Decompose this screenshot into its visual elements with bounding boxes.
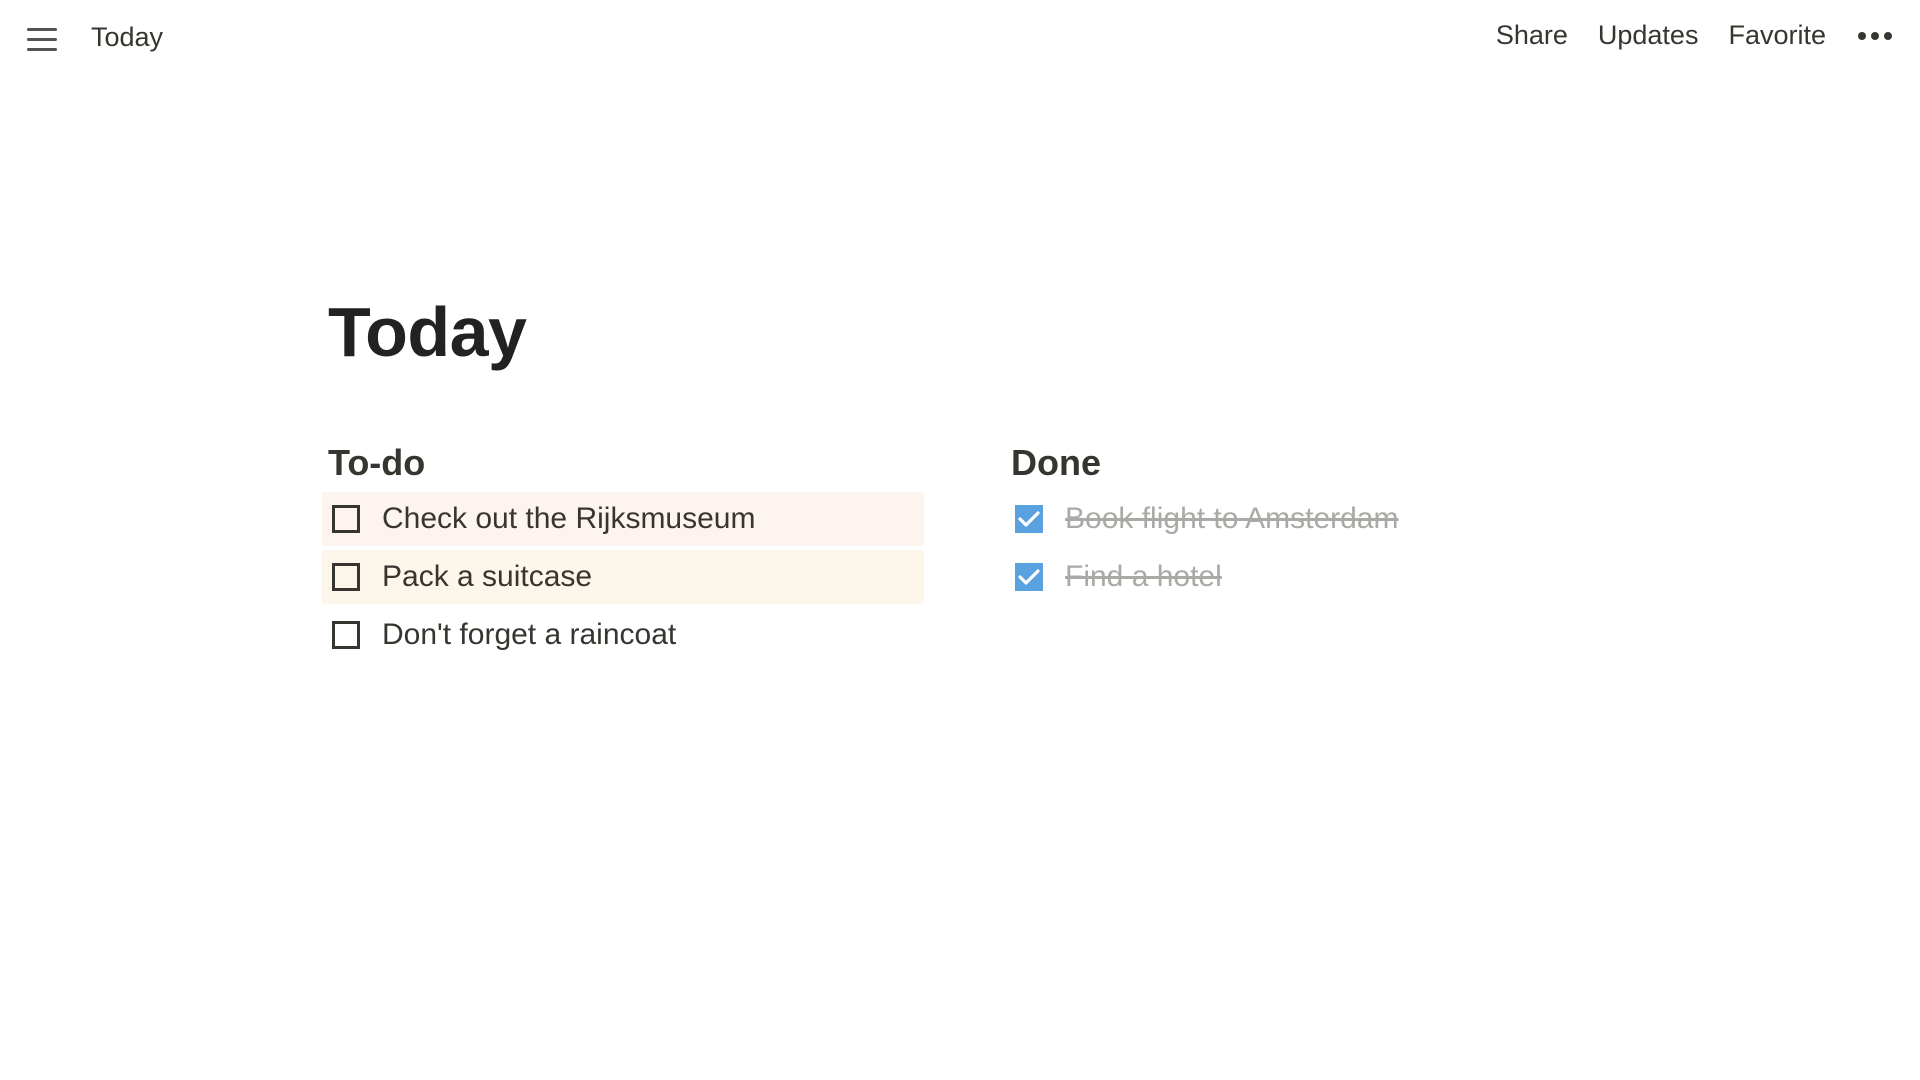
done-item-label[interactable]: Book flight to Amsterdam: [1065, 502, 1399, 536]
checkbox-unchecked[interactable]: [332, 563, 360, 591]
hamburger-menu-icon[interactable]: [24, 22, 62, 56]
updates-button[interactable]: Updates: [1598, 20, 1699, 51]
checkmark-icon: [1018, 569, 1040, 585]
checkmark-icon: [1018, 511, 1040, 527]
done-item[interactable]: Book flight to Amsterdam: [1005, 492, 1605, 546]
todo-item[interactable]: Don't forget a raincoat: [322, 608, 924, 662]
todo-item-label[interactable]: Don't forget a raincoat: [382, 618, 676, 652]
checkbox-unchecked[interactable]: [332, 621, 360, 649]
todo-item[interactable]: Check out the Rijksmuseum: [322, 492, 924, 546]
todo-item[interactable]: Pack a suitcase: [322, 550, 924, 604]
checkbox-checked[interactable]: [1015, 563, 1043, 591]
breadcrumb-page[interactable]: Today: [91, 22, 163, 53]
todo-item-label[interactable]: Pack a suitcase: [382, 560, 592, 594]
checkbox-unchecked[interactable]: [332, 505, 360, 533]
todo-column: To-do Check out the Rijksmuseum Pack a s…: [322, 440, 924, 666]
checkbox-checked[interactable]: [1015, 505, 1043, 533]
more-options-icon[interactable]: [1858, 21, 1892, 51]
page-title[interactable]: Today: [328, 292, 527, 372]
done-item-label[interactable]: Find a hotel: [1065, 560, 1222, 594]
share-button[interactable]: Share: [1496, 20, 1568, 51]
done-heading[interactable]: Done: [1005, 440, 1605, 492]
todo-item-label[interactable]: Check out the Rijksmuseum: [382, 502, 755, 536]
todo-heading[interactable]: To-do: [322, 440, 924, 492]
top-bar: Today Share Updates Favorite: [0, 0, 1920, 76]
favorite-button[interactable]: Favorite: [1728, 20, 1826, 51]
top-actions: Share Updates Favorite: [1496, 20, 1892, 51]
done-column: Done Book flight to Amsterdam Find a hot…: [1005, 440, 1605, 608]
done-item[interactable]: Find a hotel: [1005, 550, 1605, 604]
